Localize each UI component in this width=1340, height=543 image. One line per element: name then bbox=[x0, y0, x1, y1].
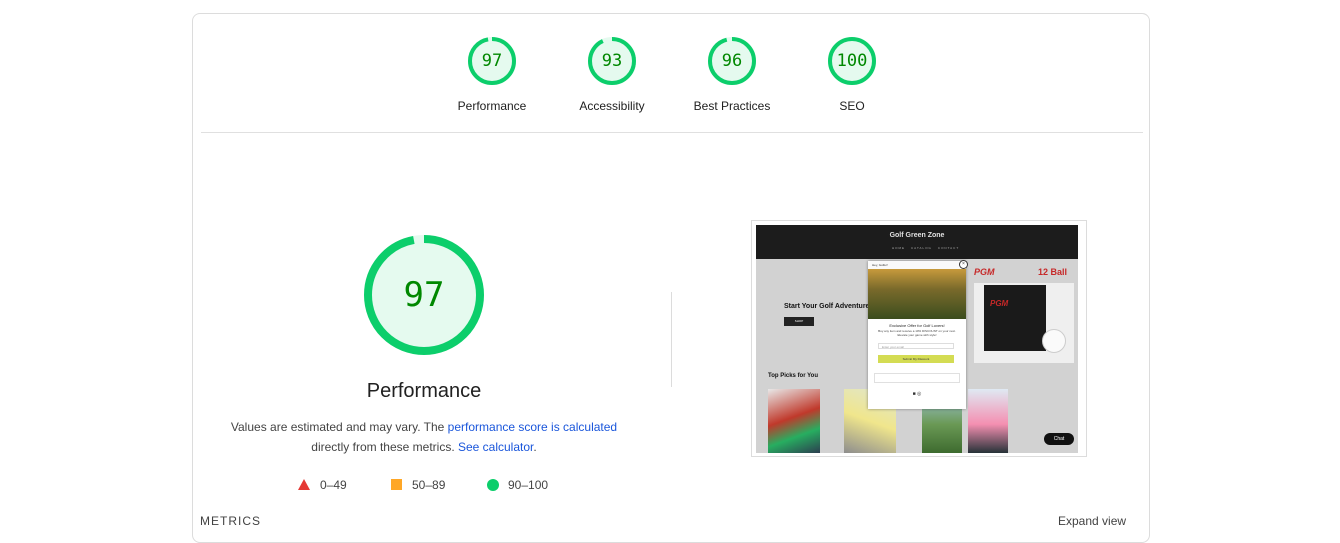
header-divider bbox=[201, 132, 1143, 133]
ball-package bbox=[984, 285, 1046, 351]
close-icon: × bbox=[959, 260, 968, 269]
desc-suffix: . bbox=[533, 440, 537, 454]
popup-email-input: Enter your email bbox=[878, 343, 954, 349]
gauge-score: 97 bbox=[481, 51, 503, 71]
gauge-performance[interactable]: 97 Performance bbox=[432, 36, 552, 113]
green-circle-icon bbox=[487, 479, 499, 491]
gauge-accessibility[interactable]: 93 Accessibility bbox=[552, 36, 672, 113]
legend-range: 0–49 bbox=[320, 478, 347, 492]
popup-title: Exclusive Offer for Golf Lovers! bbox=[889, 323, 945, 328]
gauge-label: SEO bbox=[839, 99, 865, 113]
package-logo: PGM bbox=[990, 299, 1009, 308]
report-card: 97 Performance 93 Accessibility 96 Best … bbox=[192, 13, 1150, 543]
thumb-towels bbox=[768, 389, 820, 453]
orange-square-icon bbox=[391, 479, 402, 490]
popup-field bbox=[874, 373, 960, 383]
popup-bar: Hey, Golfer! bbox=[868, 261, 966, 269]
expand-view-toggle[interactable]: Expand view bbox=[1058, 514, 1126, 528]
performance-title: Performance bbox=[366, 380, 482, 402]
golf-ball bbox=[1042, 329, 1066, 353]
site-nav-item: CONTACT bbox=[937, 246, 960, 250]
popup-text: Buy any item and receive a 10% DISCOUNT … bbox=[878, 329, 956, 337]
metrics-heading: METRICS bbox=[200, 514, 261, 528]
section-title: Top Picks for You bbox=[768, 373, 819, 379]
site-nav-item: CATALOG bbox=[911, 246, 932, 250]
site-nav-item: HOME bbox=[892, 246, 905, 250]
gauge-label: Best Practices bbox=[693, 99, 771, 113]
brand-logo: PGM bbox=[974, 267, 995, 277]
gauge-ring: 100 bbox=[827, 36, 877, 86]
gauge-seo[interactable]: 100 SEO bbox=[792, 36, 912, 113]
gauge-label: Accessibility bbox=[579, 99, 645, 113]
score-description: Values are estimated and may vary. The p… bbox=[215, 417, 633, 457]
site-logo: Golf Green Zone bbox=[889, 232, 945, 239]
big-gauge-score: 97 bbox=[403, 275, 445, 315]
gauge-score: 93 bbox=[601, 51, 623, 71]
gauge-ring: 96 bbox=[707, 36, 757, 86]
balls-text: 12 Ball bbox=[1038, 267, 1068, 277]
hero-button: SHOP bbox=[784, 317, 814, 326]
hero-text: Start Your Golf Adventure bbox=[784, 303, 870, 310]
desc-middle: directly from these metrics. bbox=[311, 440, 458, 454]
performance-score-link[interactable]: performance score is calculated bbox=[448, 420, 617, 434]
gauge-score: 100 bbox=[836, 51, 868, 71]
red-triangle-icon bbox=[298, 479, 310, 490]
desc-prefix: Values are estimated and may vary. The bbox=[230, 420, 448, 434]
see-calculator-link[interactable]: See calculator bbox=[458, 440, 533, 454]
final-screenshot[interactable]: Golf Green Zone HOME CATALOG CONTACT Start… bbox=[751, 220, 1087, 457]
gauge-score: 96 bbox=[721, 51, 743, 71]
discount-popup: Hey, Golfer! × Exclusive Offer for Golf … bbox=[868, 260, 968, 409]
gauge-ring: 97 bbox=[467, 36, 517, 86]
gauge-label: Performance bbox=[457, 99, 527, 113]
site-nav: HOME CATALOG CONTACT bbox=[892, 246, 965, 250]
gauge-ring: 93 bbox=[587, 36, 637, 86]
popup-image bbox=[868, 269, 966, 319]
category-gauges: 97 Performance 93 Accessibility 96 Best … bbox=[193, 36, 1149, 136]
screenshot-content: Golf Green Zone HOME CATALOG CONTACT Start… bbox=[756, 225, 1078, 453]
thumb-cart bbox=[968, 389, 1008, 453]
popup-submit-button: Submit My Discount bbox=[878, 355, 954, 363]
legend-range: 90–100 bbox=[508, 478, 549, 492]
vertical-divider bbox=[671, 292, 672, 387]
social-icons: ■ ◎ bbox=[912, 391, 922, 397]
chat-button: Chat bbox=[1044, 433, 1074, 445]
legend-range: 50–89 bbox=[412, 478, 446, 492]
gauge-best-practices[interactable]: 96 Best Practices bbox=[672, 36, 792, 113]
performance-big-gauge: 97 bbox=[363, 234, 485, 356]
site-header: Golf Green Zone HOME CATALOG CONTACT bbox=[756, 225, 1078, 259]
